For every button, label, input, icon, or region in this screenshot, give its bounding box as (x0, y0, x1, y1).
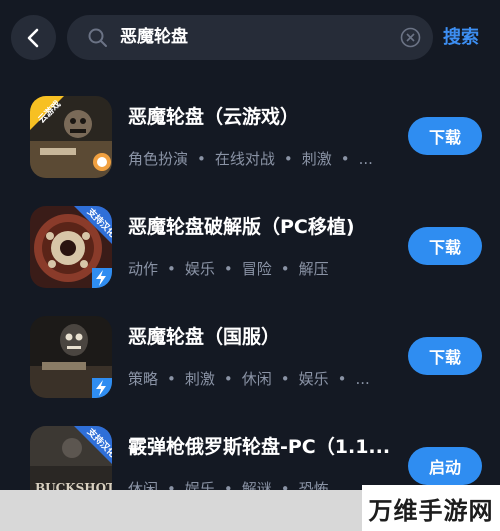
search-icon (88, 28, 107, 47)
dot-separator: • (223, 370, 233, 388)
back-button[interactable] (11, 15, 56, 60)
tag: 角色扮演 (128, 150, 189, 168)
tag: ... (355, 370, 370, 388)
search-query: 恶魔轮盘 (120, 27, 188, 47)
dot-separator: • (223, 260, 233, 278)
game-thumbnail: 支持汉化 (30, 206, 112, 288)
dot-separator: • (197, 150, 206, 168)
launch-button[interactable]: 启动 (408, 447, 482, 485)
search-input[interactable]: 恶魔轮盘 (67, 15, 433, 60)
chevron-left-icon (27, 28, 38, 47)
tag: ... (358, 150, 373, 168)
game-title: 恶魔轮盘破解版（PC移植) (128, 216, 355, 238)
tag: 策略 (128, 370, 159, 388)
tag: 在线对战 (214, 150, 275, 168)
tag: 刺激 (184, 370, 215, 388)
search-button[interactable]: 搜索 (443, 15, 479, 60)
game-tags: 角色扮演 • 在线对战 • 刺激 •... (128, 148, 393, 169)
bottom-overlay (0, 490, 362, 531)
clear-icon[interactable] (400, 27, 421, 48)
dot-separator: • (280, 260, 290, 278)
list-item[interactable]: 支持汉化 恶魔轮盘破解版（PC移植) 动作 • 娱乐 • 冒险 • 解压 下载 (0, 200, 500, 310)
game-title: 恶魔轮盘（云游戏） (128, 106, 300, 128)
dot-separator: • (167, 370, 176, 388)
dot-separator: • (283, 150, 293, 168)
download-button[interactable]: 下载 (408, 227, 482, 265)
dot-separator: • (340, 150, 350, 168)
game-tags: 动作 • 娱乐 • 冒险 • 解压 (128, 258, 393, 279)
tag: 娱乐 (298, 370, 329, 388)
download-button[interactable]: 下载 (408, 337, 482, 375)
watermark: 万维手游网 (362, 485, 500, 531)
tag: 解压 (298, 260, 329, 278)
dot-separator: • (280, 370, 290, 388)
tag: 动作 (128, 260, 159, 278)
download-button[interactable]: 下载 (408, 117, 482, 155)
tag: 冒险 (241, 260, 272, 278)
dot-separator: • (337, 370, 347, 388)
tag: 刺激 (301, 150, 332, 168)
tag: 娱乐 (184, 260, 215, 278)
result-list: 云游戏 恶魔轮盘（云游戏） 角色扮演 • 在线对战 • 刺激 •... 下载 支持汉化 (0, 90, 500, 530)
list-item[interactable]: 恶魔轮盘（国服） 策略 • 刺激 • 休闲 • 娱乐 •... 下载 (0, 310, 500, 420)
game-thumbnail: 云游戏 (30, 96, 112, 178)
list-item[interactable]: 云游戏 恶魔轮盘（云游戏） 角色扮演 • 在线对战 • 刺激 •... 下载 (0, 90, 500, 200)
game-tags: 策略 • 刺激 • 休闲 • 娱乐 •... (128, 368, 393, 389)
tag: 休闲 (241, 370, 272, 388)
game-thumbnail (30, 316, 112, 398)
game-title: 霰弹枪俄罗斯轮盘-PC（1.1... (128, 436, 391, 458)
game-title: 恶魔轮盘（国服） (128, 326, 281, 348)
dot-separator: • (167, 260, 176, 278)
